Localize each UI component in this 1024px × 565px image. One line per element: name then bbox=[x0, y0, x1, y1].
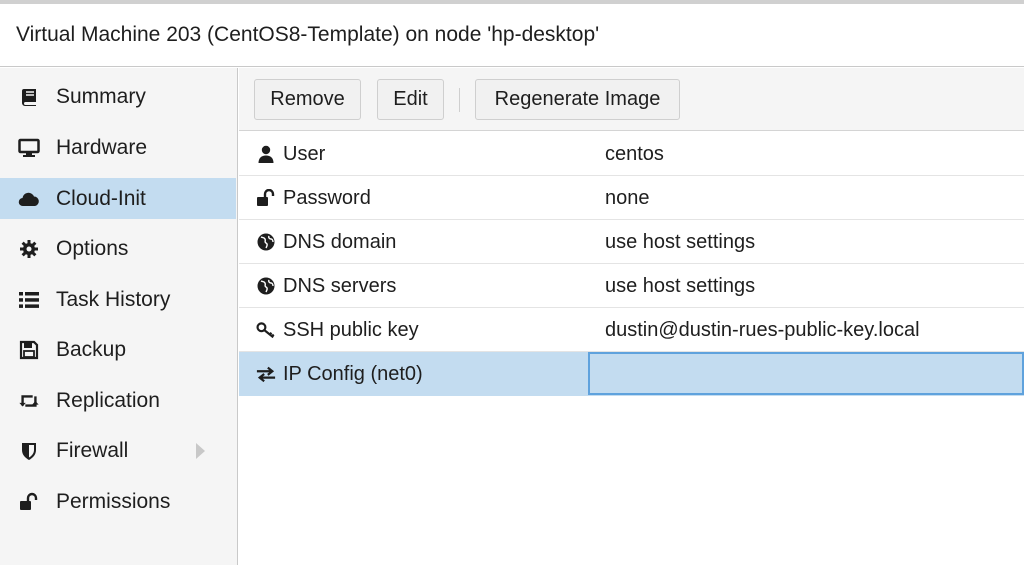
floppy-icon bbox=[18, 339, 40, 361]
toolbar-separator bbox=[459, 88, 460, 112]
panel-title-bar: Virtual Machine 203 (CentOS8-Template) o… bbox=[0, 4, 1024, 67]
row-key: DNS domain bbox=[283, 230, 397, 253]
sidebar-item-label: Hardware bbox=[56, 135, 148, 159]
exchange-icon bbox=[256, 364, 276, 384]
panel-title: Virtual Machine 203 (CentOS8-Template) o… bbox=[16, 23, 600, 46]
row-value: use host settings bbox=[605, 230, 756, 253]
toolbar: Remove Edit Regenerate Image bbox=[239, 68, 1024, 131]
globe-icon bbox=[256, 232, 276, 252]
sidebar-item-backup[interactable]: Backup bbox=[0, 329, 236, 370]
gear-icon bbox=[18, 238, 40, 260]
unlock-icon bbox=[18, 491, 40, 513]
cloud-init-grid: User centos Password none DNS domain use… bbox=[239, 132, 1024, 565]
shield-icon bbox=[18, 440, 40, 462]
globe-icon bbox=[256, 276, 276, 296]
row-key: SSH public key bbox=[283, 318, 419, 341]
sidebar-item-label: Replication bbox=[56, 388, 160, 412]
sidebar-item-firewall[interactable]: Firewall bbox=[0, 430, 236, 471]
regenerate-image-button[interactable]: Regenerate Image bbox=[475, 79, 680, 120]
edit-button[interactable]: Edit bbox=[377, 79, 444, 120]
row-key: Password bbox=[283, 186, 371, 209]
sidebar-item-options[interactable]: Options bbox=[0, 228, 236, 269]
sidebar: Summary Hardware Cloud-Init Options Task… bbox=[0, 68, 238, 565]
grid-row-ssh-public-key[interactable]: SSH public key dustin@dustin-rues-public… bbox=[239, 308, 1024, 352]
sidebar-item-label: Cloud-Init bbox=[56, 186, 146, 210]
remove-button[interactable]: Remove bbox=[254, 79, 361, 120]
cloud-icon bbox=[18, 188, 40, 210]
row-key: User bbox=[283, 142, 326, 165]
sidebar-item-hardware[interactable]: Hardware bbox=[0, 127, 236, 168]
sidebar-item-label: Backup bbox=[56, 337, 127, 361]
row-value: dustin@dustin-rues-public-key.local bbox=[605, 318, 920, 341]
row-key: DNS servers bbox=[283, 274, 397, 297]
row-value: none bbox=[605, 186, 650, 209]
grid-row-dns-domain[interactable]: DNS domain use host settings bbox=[239, 220, 1024, 264]
grid-row-user[interactable]: User centos bbox=[239, 132, 1024, 176]
sidebar-item-replication[interactable]: Replication bbox=[0, 380, 236, 421]
sidebar-item-label: Options bbox=[56, 236, 129, 260]
row-value: centos bbox=[605, 142, 664, 165]
monitor-icon bbox=[18, 137, 40, 159]
sidebar-item-summary[interactable]: Summary bbox=[0, 76, 236, 117]
key-icon bbox=[256, 320, 276, 340]
expand-arrow-icon[interactable] bbox=[196, 442, 205, 459]
grid-row-ip-config[interactable]: IP Config (net0) bbox=[239, 352, 1024, 396]
sidebar-item-permissions[interactable]: Permissions bbox=[0, 481, 236, 522]
unlock-icon bbox=[256, 188, 276, 208]
sidebar-item-label: Permissions bbox=[56, 489, 171, 513]
sidebar-item-cloud-init[interactable]: Cloud-Init bbox=[0, 178, 236, 219]
row-key: IP Config (net0) bbox=[283, 362, 423, 385]
sidebar-item-task-history[interactable]: Task History bbox=[0, 279, 236, 320]
list-icon bbox=[18, 289, 40, 311]
book-icon bbox=[18, 86, 40, 108]
sidebar-item-label: Firewall bbox=[56, 438, 129, 462]
sidebar-item-label: Task History bbox=[56, 287, 171, 311]
sidebar-item-label: Summary bbox=[56, 84, 146, 108]
row-value: use host settings bbox=[605, 274, 756, 297]
grid-row-password[interactable]: Password none bbox=[239, 176, 1024, 220]
user-icon bbox=[256, 144, 276, 164]
retweet-icon bbox=[18, 390, 40, 412]
grid-row-dns-servers[interactable]: DNS servers use host settings bbox=[239, 264, 1024, 308]
row-value-focused-cell[interactable] bbox=[588, 352, 1024, 395]
